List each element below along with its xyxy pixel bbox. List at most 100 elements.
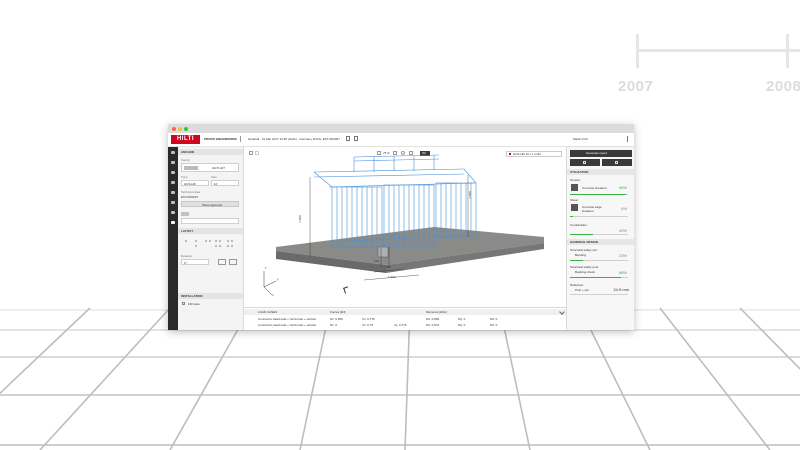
- chevron-down-icon[interactable]: [559, 309, 565, 315]
- size-value: 10: [214, 182, 218, 186]
- installation-section-header[interactable]: INSTALLATION: [178, 293, 243, 299]
- close-dot[interactable]: [172, 127, 176, 131]
- mirror-y-icon[interactable]: [229, 259, 237, 265]
- table-cell: Nz: 0,659: [330, 317, 343, 321]
- layout-section-header[interactable]: LAYOUT: [178, 228, 243, 234]
- type-select[interactable]: HUS-HR: [181, 180, 209, 186]
- table-cell: Mz: 0: [490, 323, 498, 327]
- fill-holes-label: Fill holes: [188, 302, 200, 306]
- user-name[interactable]: Martin Fritz: [573, 137, 588, 141]
- timeline-year: 2007: [618, 78, 654, 95]
- timeline-tick: [786, 34, 789, 68]
- family-select[interactable]: HILTI-HIT: [181, 163, 239, 172]
- edit-icon[interactable]: [346, 136, 350, 141]
- shear-percent: 6%: [621, 206, 627, 211]
- axis-gizmo: [263, 271, 277, 296]
- timeline-tick: [636, 34, 639, 68]
- distance-field[interactable]: [181, 218, 239, 224]
- window-titlebar: [168, 124, 634, 133]
- rotation-field[interactable]: 0 °: [181, 259, 209, 265]
- tension-bar: [570, 194, 628, 195]
- approval-label: Technical data: [181, 190, 201, 194]
- document-icon: [615, 161, 618, 164]
- type-value: HUS-HR: [184, 182, 196, 186]
- combination-bar-fill: [570, 234, 594, 235]
- axis-y-label: y: [277, 277, 279, 281]
- save-icon[interactable]: [354, 136, 358, 141]
- handrail-model: [263, 154, 544, 296]
- weld-icon[interactable]: [171, 211, 175, 214]
- family-value: HILTI-HIT: [212, 166, 225, 170]
- table-row[interactable]: Concentric dead load + horizontal + vert…: [244, 322, 566, 328]
- size-label: Size: [211, 175, 217, 179]
- deflection-label: Deflection: [570, 283, 584, 287]
- size-select[interactable]: 10: [211, 180, 239, 186]
- 3d-viewport[interactable]: 75 % 3D HUS-HR 10 x 1 units 1.200 800 1.…: [244, 147, 566, 307]
- shear-label: Shear: [570, 198, 579, 202]
- loads-icon[interactable]: [171, 191, 175, 194]
- bending-label: Bending: [575, 253, 587, 257]
- col-header-forces: Forces [kN]: [330, 310, 346, 314]
- baseplate-icon[interactable]: [171, 161, 175, 164]
- combination-label: Combination: [570, 223, 587, 227]
- load-case-table: LOAD CASES Forces [kN] Moments [kNm] Con…: [244, 307, 566, 330]
- app-window: HILTI PROFIS ENGINEERING Handrail · 31 M…: [168, 124, 634, 330]
- shear-bar-fill: [570, 216, 574, 217]
- timeline-year: 2008: [766, 78, 800, 95]
- table-cell: My: 0: [458, 323, 466, 327]
- table-header-row: LOAD CASES Forces [kN] Moments [kNm]: [244, 309, 566, 315]
- material-icon[interactable]: [171, 181, 175, 184]
- deflection-bar: [570, 294, 628, 295]
- layout-grid[interactable]: [182, 237, 238, 249]
- tension-item: Concrete breakout: [582, 186, 607, 190]
- utilization-section-header[interactable]: UTILIZATION: [567, 169, 634, 175]
- bending-bar-fill: [570, 260, 584, 261]
- app-header: HILTI PROFIS ENGINEERING Handrail · 31 M…: [168, 133, 634, 147]
- dim-length: 1.000: [388, 275, 396, 279]
- show-approval-button[interactable]: Show approval: [181, 201, 239, 207]
- minimize-dot[interactable]: [178, 127, 182, 131]
- more-icon[interactable]: [240, 136, 241, 142]
- anchor-icon[interactable]: [171, 151, 175, 154]
- installation-section-title: INSTALLATION: [181, 294, 203, 298]
- bending-bar: [570, 260, 628, 261]
- rotation-label: Rotation: [181, 254, 193, 258]
- deflection-value: 24.9 mm: [613, 287, 629, 292]
- post-rail-label: Post + rail: [575, 288, 589, 292]
- handrail-title: HANDRAIL DESIGN: [570, 240, 598, 244]
- maximize-dot[interactable]: [184, 127, 188, 131]
- shear-bar: [570, 216, 628, 217]
- shear-item: Concrete edge breakout: [582, 205, 602, 213]
- anchor-section-header[interactable]: ANCHOR: [178, 149, 243, 155]
- stiffener-icon[interactable]: [171, 201, 175, 204]
- table-cell: Concentric dead load + horizontal + vert…: [258, 317, 316, 321]
- approval-value: ETA 06/0097: [181, 195, 199, 199]
- show-approval-label: Show approval: [202, 203, 222, 207]
- dim-edge: 120: [374, 259, 380, 263]
- profile-icon[interactable]: [171, 171, 175, 174]
- mirror-x-icon[interactable]: [218, 259, 226, 265]
- anchor-active-icon[interactable]: [171, 221, 175, 224]
- axis-x-label: x: [272, 293, 274, 297]
- utilization-title: UTILIZATION: [570, 170, 589, 174]
- table-cell: Vx: 0,75: [362, 323, 374, 327]
- rotation-value: 0 °: [184, 261, 188, 265]
- tension-anchor-icon: [571, 184, 578, 191]
- fill-holes-checkbox[interactable]: [182, 302, 185, 305]
- table-cell: Vx: 0,776: [362, 317, 375, 321]
- table-cell: Vy: 0,776: [394, 323, 407, 327]
- project-info: Handrail · 31 Mar 2017 12:38 (Hello) · G…: [248, 137, 340, 141]
- open-report-button[interactable]: [602, 159, 632, 166]
- product-name: PROFIS ENGINEERING: [204, 137, 238, 141]
- copy-report-button[interactable]: [570, 159, 600, 166]
- axis-z-label: z: [265, 266, 267, 270]
- structural-rail-label: Structural safety rail: [570, 248, 597, 252]
- anchor-thumbnail-icon: [184, 166, 198, 170]
- menu-icon[interactable]: [627, 136, 628, 142]
- dim-height: 1.200: [297, 215, 302, 223]
- handrail-section-header[interactable]: HANDRAIL DESIGN: [567, 239, 634, 245]
- combination-percent: 40%: [618, 228, 627, 233]
- col-header-moments: Moments [kNm]: [426, 310, 448, 314]
- table-cell: Mz: 0: [490, 317, 498, 321]
- generate-report-button[interactable]: Generate report: [570, 150, 632, 157]
